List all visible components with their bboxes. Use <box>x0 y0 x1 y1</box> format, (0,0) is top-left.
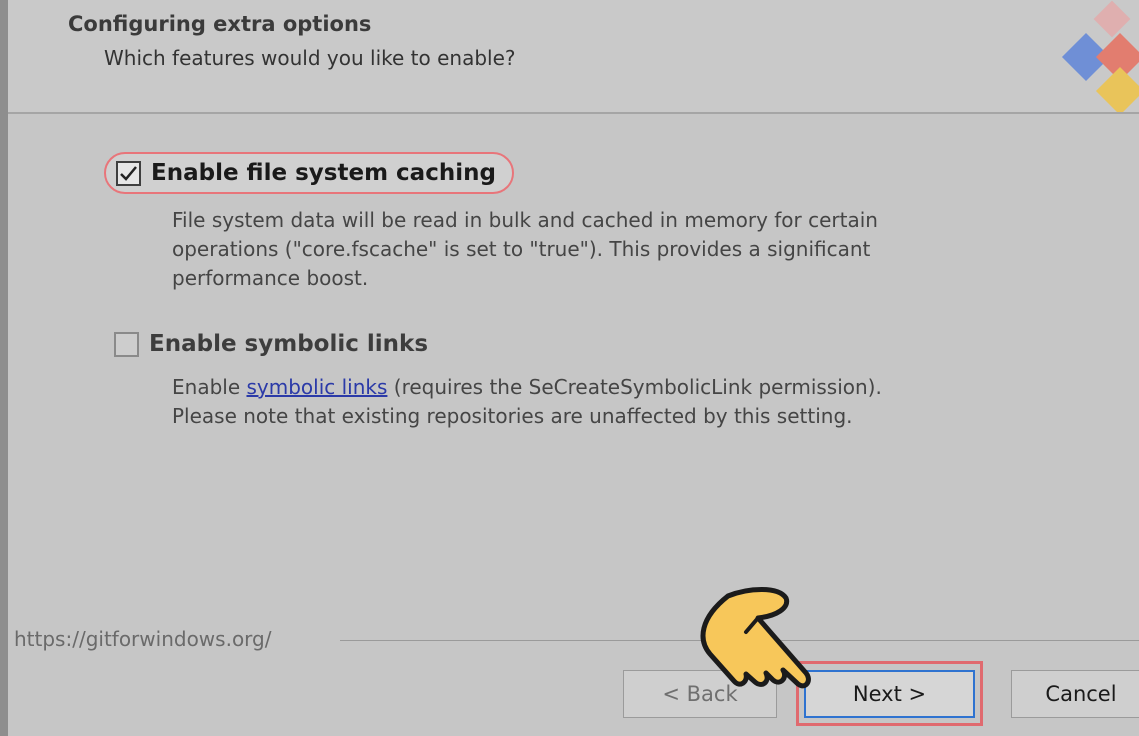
option-symlinks[interactable]: Enable symbolic links <box>114 328 428 360</box>
symlinks-checkbox[interactable] <box>114 331 139 357</box>
description-text: (requires the SeCreateSymbolicLink permi… <box>387 375 882 399</box>
fscache-checkbox[interactable] <box>116 160 141 186</box>
option-fscache[interactable]: Enable file system caching <box>104 152 514 194</box>
footer-url-row: https://gitforwindows.org/ <box>8 625 1139 655</box>
fscache-description: File system data will be read in bulk an… <box>172 206 1032 293</box>
footer-url: https://gitforwindows.org/ <box>14 627 272 651</box>
description-line: Enable symbolic links (requires the SeCr… <box>172 373 1032 402</box>
symlinks-label: Enable symbolic links <box>149 331 429 357</box>
fscache-label: Enable file system caching <box>151 160 496 186</box>
symbolic-links-link[interactable]: symbolic links <box>246 375 387 399</box>
description-line: operations ("core.fscache" is set to "tr… <box>172 237 871 261</box>
checkmark-icon <box>120 165 137 181</box>
description-line: File system data will be read in bulk an… <box>172 208 878 232</box>
hand-pointer-icon <box>688 578 838 708</box>
page-subtitle: Which features would you like to enable? <box>104 46 516 70</box>
description-text: Enable <box>172 375 247 399</box>
description-line: Please note that existing repositories a… <box>172 404 853 428</box>
wizard-header: Configuring extra options Which features… <box>8 0 1139 114</box>
cancel-button[interactable]: Cancel <box>1011 670 1139 718</box>
git-logo-icon <box>1059 0 1139 112</box>
symlinks-description: Enable symbolic links (requires the SeCr… <box>172 373 1032 431</box>
page-title: Configuring extra options <box>68 12 372 36</box>
description-line: performance boost. <box>172 266 369 290</box>
